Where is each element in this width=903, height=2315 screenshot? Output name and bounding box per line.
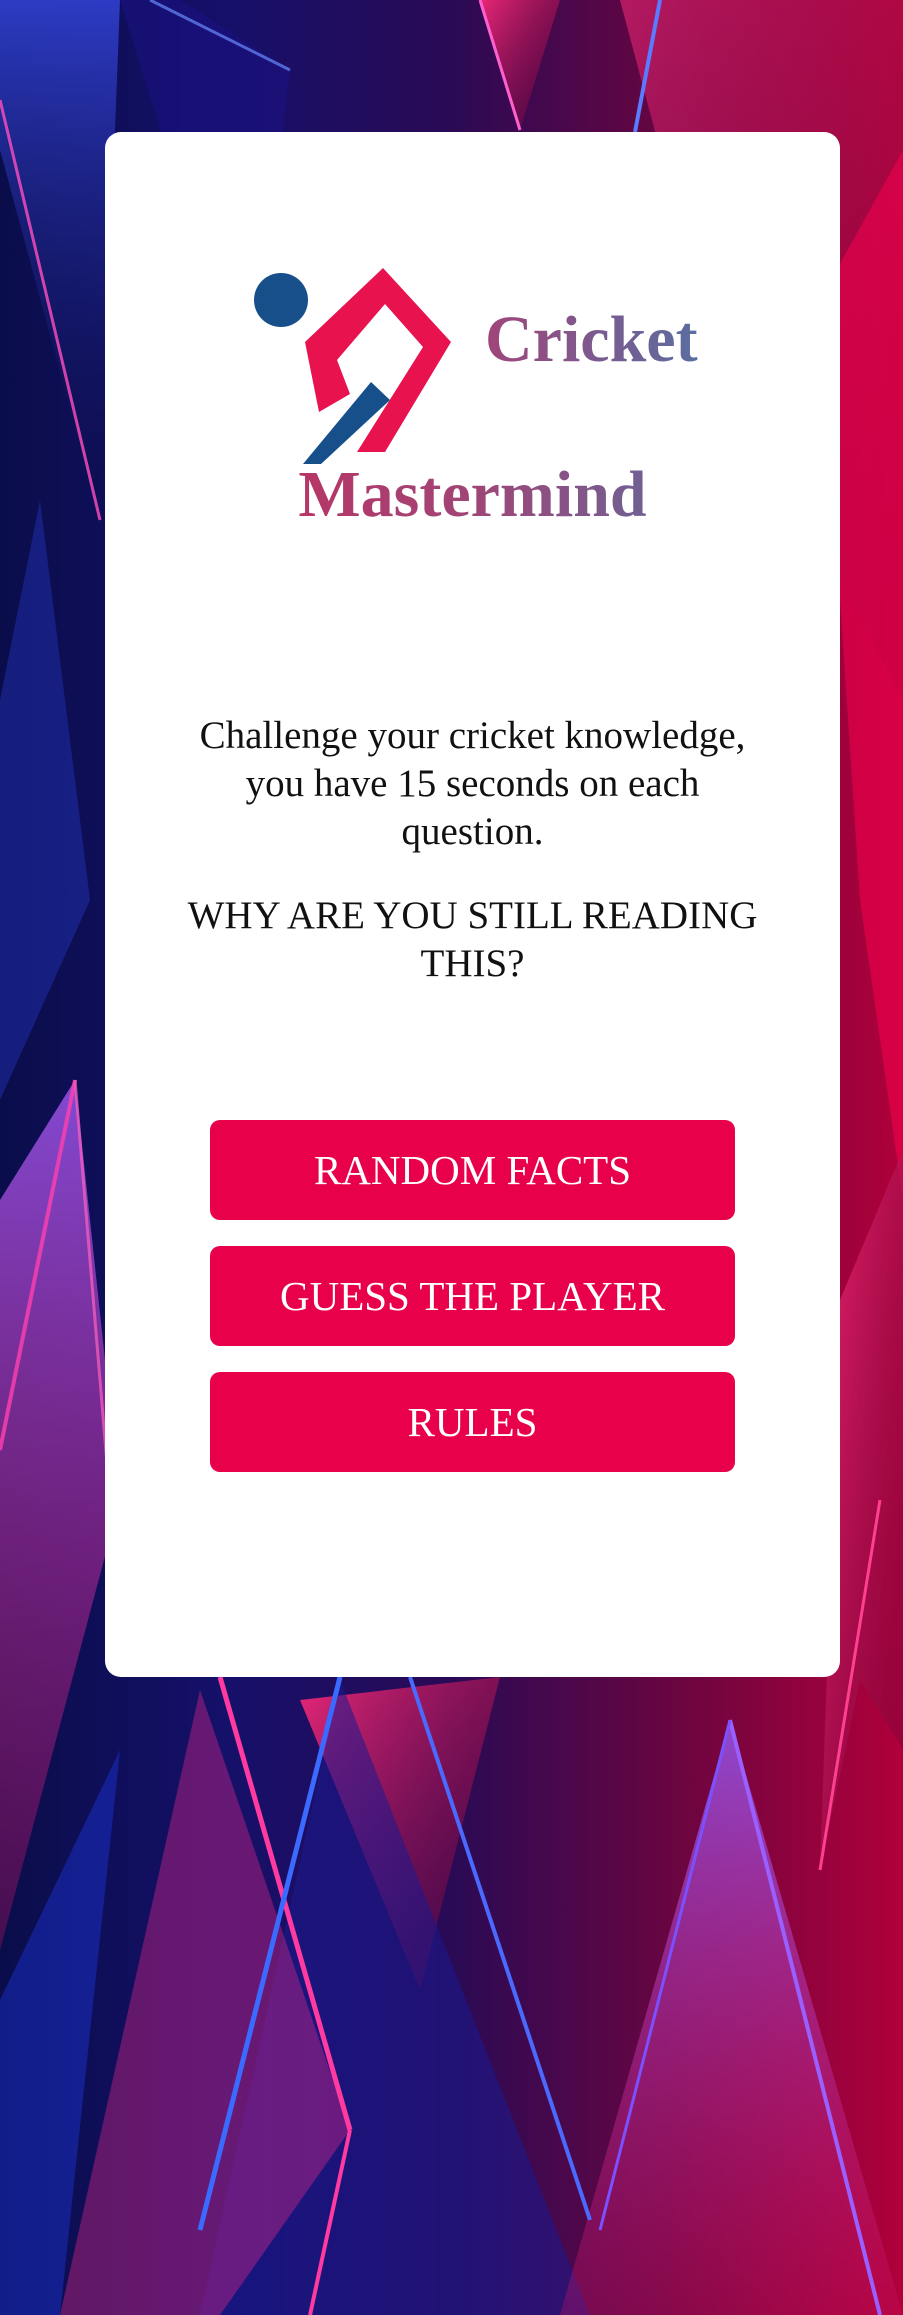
intro-description: Challenge your cricket knowledge, you ha… xyxy=(199,714,746,853)
guess-the-player-button[interactable]: GUESS THE PLAYER xyxy=(210,1246,735,1346)
app-title-cricket: Cricket xyxy=(485,303,698,376)
rules-button[interactable]: RULES xyxy=(210,1372,735,1472)
random-facts-button[interactable]: RANDOM FACTS xyxy=(210,1120,735,1220)
main-card: Cricket Mastermind Challenge your cricke… xyxy=(105,132,840,1677)
app-title-mastermind: Mastermind xyxy=(105,462,840,528)
cricket-batsman-logo-icon xyxy=(254,268,451,464)
intro-shout: WHY ARE YOU STILL READING THIS? xyxy=(187,894,758,985)
